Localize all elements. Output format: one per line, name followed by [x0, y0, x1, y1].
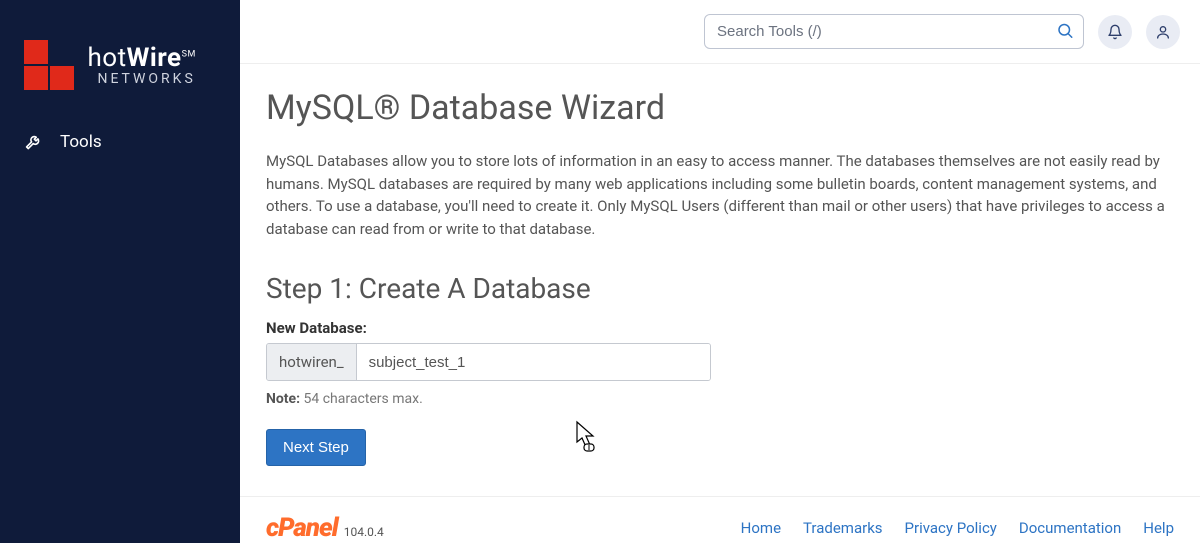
next-step-button[interactable]: Next Step — [266, 429, 366, 466]
page-title: MySQL® Database Wizard — [266, 88, 1174, 128]
note-text: 54 characters max. — [300, 391, 423, 407]
footer-link-help[interactable]: Help — [1143, 519, 1174, 537]
brand-name-2: Wire — [127, 43, 182, 73]
search-wrap — [704, 14, 1084, 49]
db-input-group: hotwiren_ — [266, 343, 711, 381]
wrench-icon — [24, 132, 44, 152]
sidebar-item-label: Tools — [60, 132, 102, 152]
footer-links: Home Trademarks Privacy Policy Documenta… — [741, 519, 1174, 537]
logo-mark — [24, 40, 74, 90]
step-title: Step 1: Create A Database — [266, 272, 1174, 305]
version-text: 104.0.4 — [344, 525, 384, 539]
db-field-label: New Database: — [266, 319, 1174, 337]
footer-link-privacy[interactable]: Privacy Policy — [905, 519, 997, 537]
db-name-input[interactable] — [357, 344, 710, 380]
footer: cPanel 104.0.4 Home Trademarks Privacy P… — [240, 496, 1200, 543]
search-button[interactable] — [1052, 17, 1078, 46]
sidebar: hotWireSM NETWORKS Tools — [0, 0, 240, 543]
content: MySQL® Database Wizard MySQL Databases a… — [240, 64, 1200, 496]
account-button[interactable] — [1146, 15, 1180, 49]
footer-link-trademarks[interactable]: Trademarks — [803, 519, 883, 537]
footer-link-docs[interactable]: Documentation — [1019, 519, 1121, 537]
sidebar-item-tools[interactable]: Tools — [0, 120, 240, 164]
cpanel-logo: cPanel — [266, 513, 338, 543]
search-input[interactable] — [704, 14, 1084, 49]
note: Note: 54 characters max. — [266, 391, 1174, 407]
brand-subtitle: NETWORKS — [87, 71, 195, 87]
topbar — [240, 0, 1200, 64]
brand-name-1: hot — [87, 43, 126, 73]
intro-text: MySQL Databases allow you to store lots … — [266, 150, 1174, 240]
brand-sm: SM — [182, 49, 196, 59]
note-label: Note: — [266, 391, 300, 407]
user-icon — [1155, 24, 1171, 40]
db-prefix: hotwiren_ — [267, 344, 357, 380]
notifications-button[interactable] — [1098, 15, 1132, 49]
main: MySQL® Database Wizard MySQL Databases a… — [240, 0, 1200, 543]
bell-icon — [1107, 24, 1123, 40]
search-icon — [1056, 21, 1074, 39]
footer-link-home[interactable]: Home — [741, 519, 781, 537]
brand-logo: hotWireSM NETWORKS — [0, 40, 240, 120]
